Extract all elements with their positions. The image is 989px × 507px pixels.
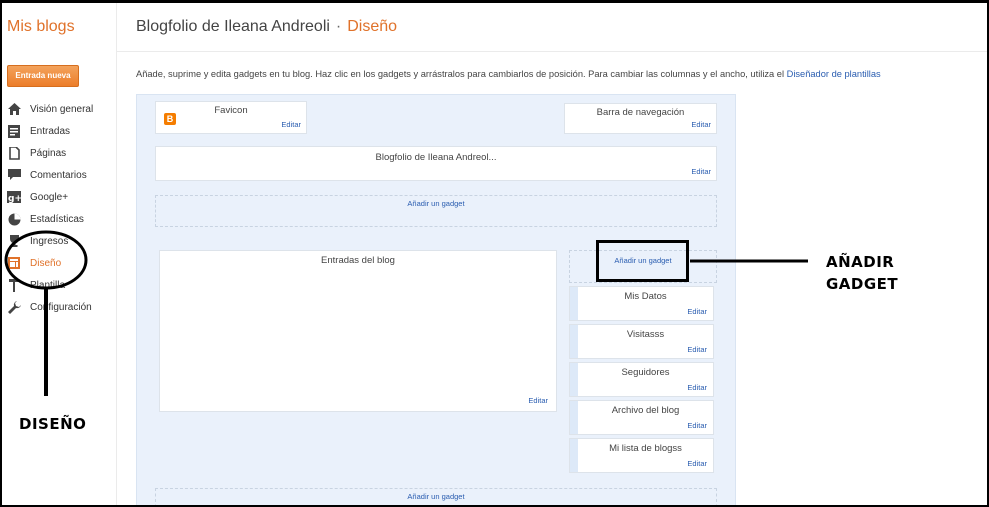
annotation-line-2: GADGET: [826, 275, 899, 293]
add-gadget-annotation: AÑADIR GADGET: [826, 251, 898, 295]
design-annotation: DISEÑO: [19, 415, 87, 433]
annotation-line-1: AÑADIR: [826, 253, 895, 271]
design-circle: [4, 230, 88, 290]
screenshot-frame: Mis blogs Blogfolio de Ileana Andreoli · D…: [0, 0, 989, 507]
